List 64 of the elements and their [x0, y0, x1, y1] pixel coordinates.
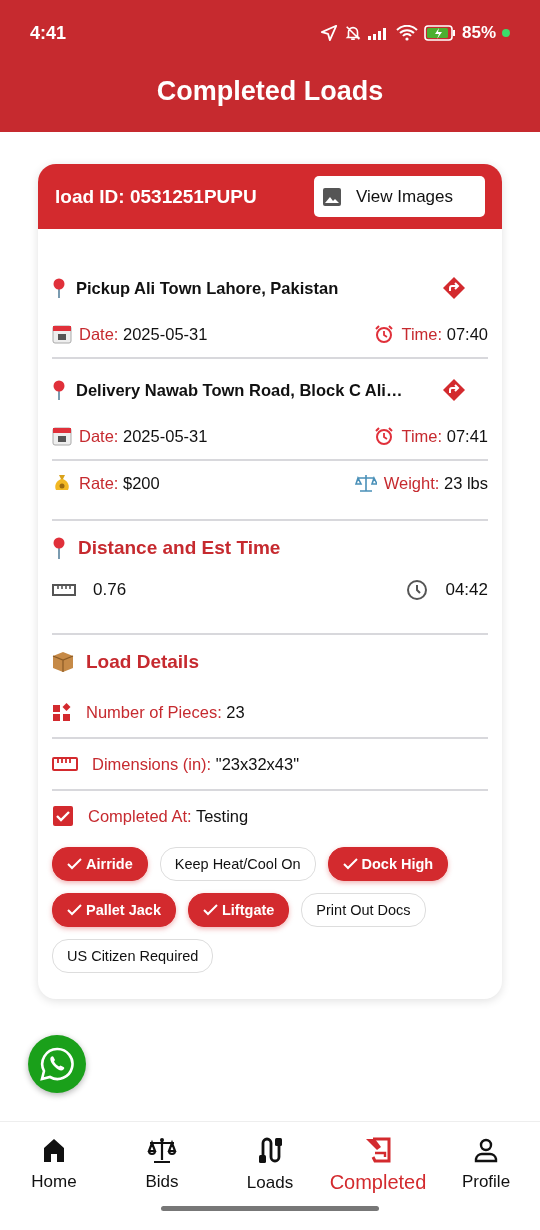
battery-icon	[423, 25, 456, 41]
check-icon	[342, 857, 359, 871]
detail-text: Dimensions (in): "23x32x43"	[92, 754, 300, 774]
widgets-icon	[52, 702, 72, 722]
feature-chip: Dock High	[327, 847, 449, 881]
feature-chip: Airride	[52, 847, 148, 881]
weight-text: Weight: 23 lbs	[383, 473, 488, 493]
distance-value: 0.76	[93, 580, 127, 600]
duration-value: 04:42	[445, 580, 488, 600]
stop-address: Delivery Nawab Town Road, Block C Ali…	[76, 380, 404, 400]
stop-address: Pickup Ali Town Lahore, Pakistan	[76, 278, 340, 298]
nav-tab[interactable]: Profile	[436, 1136, 536, 1192]
pin-icon	[52, 278, 66, 298]
whatsapp-button[interactable]	[28, 1035, 86, 1093]
alarm-clock-icon	[374, 426, 395, 446]
image-icon	[322, 186, 342, 207]
ruler-icon	[52, 756, 78, 772]
check-icon	[203, 903, 219, 917]
cable-icon	[256, 1135, 284, 1165]
detail-text: Number of Pieces: 23	[86, 702, 245, 722]
whatsapp-icon	[39, 1046, 75, 1082]
section-title: Distance and Est Time	[78, 537, 281, 559]
section-title: Load Details	[86, 651, 199, 673]
page-title: Completed Loads	[156, 76, 384, 107]
person-icon	[472, 1136, 500, 1164]
checkbox-icon	[52, 805, 74, 827]
detail-text: Completed At: Testing	[88, 806, 249, 826]
box-icon	[52, 651, 74, 673]
date-text: Date: 2025-05-31	[79, 426, 208, 446]
feature-chip: Print Out Docs	[301, 893, 426, 927]
bell-muted-icon	[343, 24, 362, 42]
wifi-icon	[395, 25, 418, 41]
feature-chip: Liftgate	[188, 893, 290, 927]
alarm-clock-icon	[374, 324, 395, 344]
nav-tab[interactable]: Completed	[328, 1134, 428, 1194]
feature-chip: Keep Heat/Cool On	[159, 847, 316, 881]
money-bag-icon	[52, 473, 72, 493]
check-icon	[67, 857, 83, 871]
nav-tab[interactable]: Loads	[220, 1135, 320, 1193]
location-icon	[319, 24, 338, 42]
directions-icon[interactable]	[442, 378, 466, 402]
status-dot-icon	[502, 29, 510, 37]
date-text: Date: 2025-05-31	[79, 324, 208, 344]
pin-icon	[52, 537, 66, 559]
feature-chip: US Citizen Required	[52, 939, 214, 973]
view-images-button[interactable]: View Images	[314, 176, 485, 217]
calendar-icon	[52, 426, 72, 446]
ruler-icon	[52, 583, 76, 597]
clock-icon	[406, 579, 429, 601]
load-id: load ID: 0531251PUPU	[55, 185, 257, 208]
status-time: 4:41	[30, 22, 67, 44]
time-text: Time: 07:40	[401, 324, 488, 344]
rate-text: Rate: $200	[79, 473, 160, 493]
nav-tab[interactable]: Bids	[112, 1136, 212, 1192]
feature-chip: Pallet Jack	[52, 893, 176, 927]
scales-icon	[354, 473, 377, 493]
directions-icon[interactable]	[442, 276, 466, 300]
scales-icon	[146, 1136, 178, 1164]
time-text: Time: 07:41	[401, 426, 488, 446]
battery-percent: 85%	[461, 23, 496, 43]
pin-icon	[52, 380, 66, 400]
calendar-icon	[52, 324, 72, 344]
nav-tab[interactable]: Home	[4, 1136, 104, 1192]
check-icon	[67, 903, 83, 917]
